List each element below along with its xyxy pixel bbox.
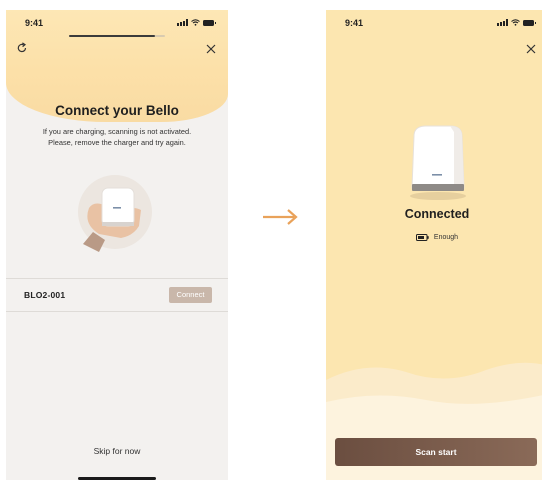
instruction-line-2: Please, remove the charger and try again… bbox=[48, 138, 186, 147]
signal-icon bbox=[497, 19, 508, 26]
scan-start-button[interactable]: Scan start bbox=[335, 438, 537, 466]
battery-status-icon bbox=[523, 19, 536, 26]
skip-for-now-link[interactable]: Skip for now bbox=[6, 446, 228, 456]
hand-holding-device-illustration bbox=[78, 175, 152, 252]
wifi-icon bbox=[191, 19, 200, 26]
connect-button[interactable]: Connect bbox=[169, 287, 212, 303]
status-bar: 9:41 bbox=[326, 10, 542, 34]
connection-status-title: Connected bbox=[404, 207, 470, 221]
close-icon[interactable] bbox=[525, 43, 537, 55]
device-name: BLO2-001 bbox=[24, 290, 66, 300]
signal-icon bbox=[177, 19, 188, 26]
status-icons bbox=[497, 19, 536, 26]
instruction-line-1: If you are charging, scanning is not act… bbox=[42, 127, 192, 136]
close-icon[interactable] bbox=[205, 43, 217, 55]
wifi-icon bbox=[511, 19, 520, 26]
connect-screen: 9:41 Connect your Bello If you are charg… bbox=[6, 10, 228, 480]
device-list-item[interactable]: BLO2-001 Connect bbox=[6, 278, 228, 312]
status-time: 9:41 bbox=[25, 18, 44, 28]
battery-level-row: Enough bbox=[326, 234, 542, 241]
setup-progress-fill bbox=[69, 35, 156, 37]
arrow-right-icon bbox=[263, 209, 298, 225]
battery-icon bbox=[415, 234, 429, 241]
status-bar: 9:41 bbox=[6, 10, 228, 34]
status-icons bbox=[177, 19, 216, 26]
connected-screen: 9:41 Connected Enough Scan start bbox=[326, 10, 542, 480]
status-time: 9:41 bbox=[345, 18, 364, 28]
refresh-icon[interactable] bbox=[16, 42, 28, 54]
bello-device-illustration bbox=[410, 125, 466, 200]
battery-status-icon bbox=[203, 19, 216, 26]
battery-level-text: Enough bbox=[433, 234, 459, 241]
setup-progress-bar bbox=[69, 35, 165, 37]
page-title: Connect your Bello bbox=[55, 103, 179, 118]
